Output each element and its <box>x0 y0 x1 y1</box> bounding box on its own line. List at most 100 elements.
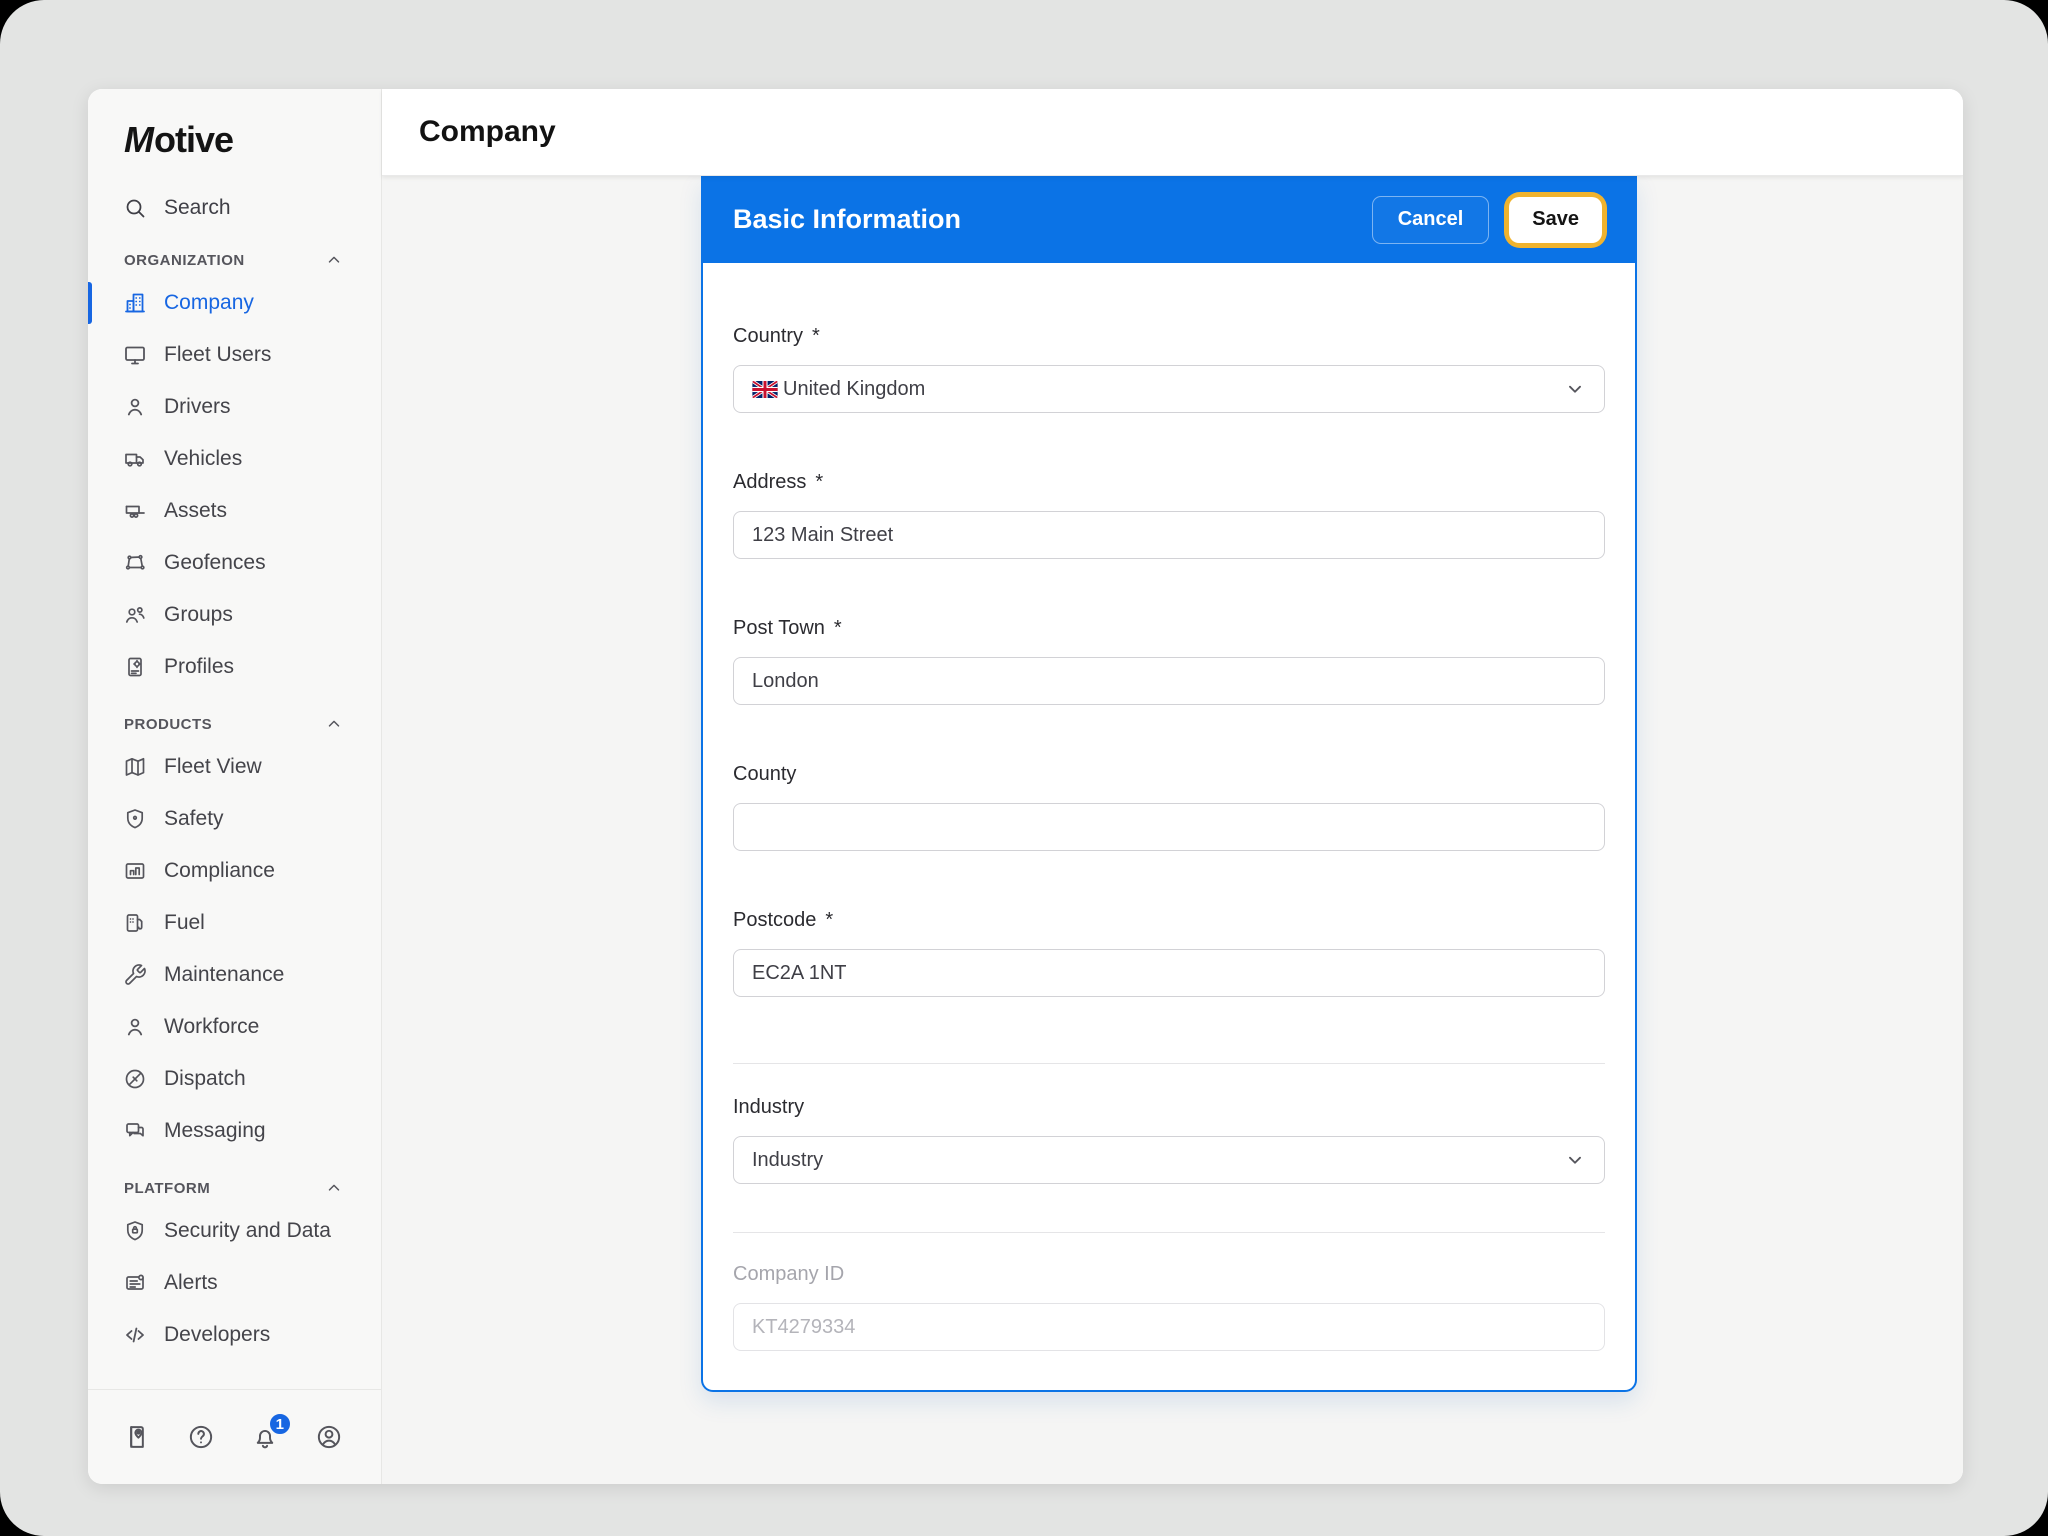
page-title: Company <box>419 115 556 149</box>
required-mark: * <box>825 909 833 932</box>
sidebar-item-messaging[interactable]: Messaging <box>88 1105 381 1157</box>
screen-canvas: Motive Search ORGANIZATION <box>0 0 2048 1536</box>
field-label: Country <box>733 325 803 348</box>
sidebar-item-profiles[interactable]: Profiles <box>88 641 381 693</box>
sidebar: Motive Search ORGANIZATION <box>88 89 382 1484</box>
wrench-icon <box>123 963 147 987</box>
sidebar-item-fleet-users[interactable]: Fleet Users <box>88 329 381 381</box>
app-window: Motive Search ORGANIZATION <box>88 89 1963 1484</box>
main-area: Company Basic Information Cancel Save <box>382 89 1963 1484</box>
sidebar-item-label: Security and Data <box>164 1219 331 1243</box>
address-input[interactable] <box>733 511 1605 559</box>
sidebar-item-fuel[interactable]: Fuel <box>88 897 381 949</box>
sidebar-item-label: Company <box>164 291 254 315</box>
section-products[interactable]: PRODUCTS <box>124 709 343 739</box>
monitor-icon <box>123 343 147 367</box>
field-country: Country * United Kingdom <box>733 325 1605 413</box>
trailer-icon <box>123 499 147 523</box>
sidebar-item-label: Messaging <box>164 1119 266 1143</box>
field-post-town: Post Town * <box>733 617 1605 705</box>
company-id-input <box>733 1303 1605 1351</box>
field-label: County <box>733 763 796 786</box>
field-company-id: Company ID <box>733 1263 1605 1351</box>
sidebar-item-label: Developers <box>164 1323 270 1347</box>
sidebar-item-vehicles[interactable]: Vehicles <box>88 433 381 485</box>
search-label: Search <box>164 196 231 220</box>
field-label: Address <box>733 471 806 494</box>
panel-body: Country * United Kingdom <box>703 325 1635 1351</box>
field-label: Post Town <box>733 617 825 640</box>
sidebar-item-label: Assets <box>164 499 227 523</box>
sidebar-item-label: Safety <box>164 807 224 831</box>
sidebar-item-label: Workforce <box>164 1015 259 1039</box>
sidebar-item-compliance[interactable]: Compliance <box>88 845 381 897</box>
sidebar-item-assets[interactable]: Assets <box>88 485 381 537</box>
sidebar-item-drivers[interactable]: Drivers <box>88 381 381 433</box>
truck-icon <box>123 447 147 471</box>
industry-value: Industry <box>752 1149 1564 1172</box>
required-mark: * <box>812 325 820 348</box>
sidebar-item-label: Profiles <box>164 655 234 679</box>
sidebar-item-dispatch[interactable]: Dispatch <box>88 1053 381 1105</box>
chart-frame-icon <box>123 859 147 883</box>
person-icon <box>123 395 147 419</box>
person-icon <box>123 1015 147 1039</box>
map-icon <box>123 755 147 779</box>
postcode-input[interactable] <box>733 949 1605 997</box>
united-kingdom-flag-icon <box>752 381 778 398</box>
sidebar-item-alerts[interactable]: Alerts <box>88 1257 381 1309</box>
cancel-button[interactable]: Cancel <box>1372 196 1490 244</box>
basic-information-panel: Basic Information Cancel Save Country * <box>701 176 1637 1392</box>
dispatch-icon <box>123 1067 147 1091</box>
sidebar-item-security-and-data[interactable]: Security and Data <box>88 1205 381 1257</box>
people-icon <box>123 603 147 627</box>
sidebar-item-maintenance[interactable]: Maintenance <box>88 949 381 1001</box>
help-button[interactable] <box>187 1423 215 1451</box>
sidebar-item-developers[interactable]: Developers <box>88 1309 381 1361</box>
save-button-focus-ring: Save <box>1504 192 1607 248</box>
search-icon <box>123 196 147 220</box>
account-button[interactable] <box>315 1423 343 1451</box>
sidebar-item-company[interactable]: Company <box>88 277 381 329</box>
sidebar-item-geofences[interactable]: Geofences <box>88 537 381 589</box>
save-button[interactable]: Save <box>1509 197 1602 243</box>
sidebar-item-label: Groups <box>164 603 233 627</box>
alert-list-icon <box>123 1271 147 1295</box>
guide-book-icon <box>123 1423 151 1451</box>
country-value: United Kingdom <box>783 378 1564 401</box>
polygon-icon <box>123 551 147 575</box>
section-divider <box>733 1232 1605 1233</box>
field-industry: Industry Industry <box>733 1096 1605 1184</box>
panel-title: Basic Information <box>733 204 1372 235</box>
notifications-button[interactable]: 1 <box>251 1423 279 1451</box>
help-icon <box>187 1423 215 1451</box>
required-mark: * <box>834 617 842 640</box>
shield-lock-icon <box>123 1219 147 1243</box>
search-button[interactable]: Search <box>123 187 381 229</box>
sidebar-footer: 1 <box>88 1389 381 1484</box>
sidebar-item-fleet-view[interactable]: Fleet View <box>88 741 381 793</box>
industry-select[interactable]: Industry <box>733 1136 1605 1184</box>
account-icon <box>315 1423 343 1451</box>
chevron-up-icon <box>325 715 343 733</box>
county-input[interactable] <box>733 803 1605 851</box>
sidebar-scroll: Motive Search ORGANIZATION <box>88 89 381 1389</box>
sidebar-item-groups[interactable]: Groups <box>88 589 381 641</box>
sidebar-item-label: Dispatch <box>164 1067 246 1091</box>
content-area: Basic Information Cancel Save Country * <box>382 176 1963 1484</box>
post-town-input[interactable] <box>733 657 1605 705</box>
required-mark: * <box>815 471 823 494</box>
building-icon <box>123 291 147 315</box>
sidebar-item-safety[interactable]: Safety <box>88 793 381 845</box>
chevron-down-icon <box>1564 1149 1586 1171</box>
sidebar-item-label: Fuel <box>164 911 205 935</box>
section-platform[interactable]: PLATFORM <box>124 1173 343 1203</box>
logo-text: otive <box>154 119 233 160</box>
sidebar-item-workforce[interactable]: Workforce <box>88 1001 381 1053</box>
code-icon <box>123 1323 147 1347</box>
field-label: Industry <box>733 1096 804 1119</box>
chevron-down-icon <box>1564 378 1586 400</box>
section-organization[interactable]: ORGANIZATION <box>124 245 343 275</box>
guide-button[interactable] <box>123 1423 151 1451</box>
country-select[interactable]: United Kingdom <box>733 365 1605 413</box>
